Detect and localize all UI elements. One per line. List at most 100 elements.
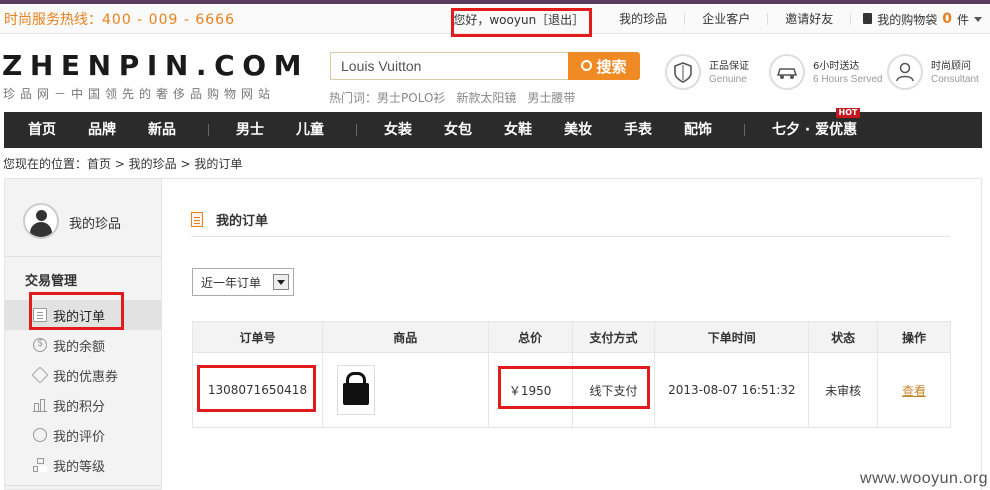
coin-icon bbox=[33, 338, 47, 352]
nav-men[interactable]: 男士 bbox=[236, 112, 264, 148]
product-thumbnail[interactable] bbox=[336, 365, 375, 415]
sidebar-item-label: 我的评价 bbox=[53, 429, 106, 445]
sidebar-item-balance[interactable]: 我的余额 bbox=[5, 330, 161, 360]
service-subtitle: 6 Hours Served bbox=[813, 74, 883, 85]
service-title: 正品保证 bbox=[709, 61, 749, 72]
bar-chart-icon bbox=[33, 398, 47, 412]
search-icon bbox=[581, 59, 593, 71]
sidebar-item-level[interactable]: 我的等级 bbox=[5, 450, 161, 480]
hot-word[interactable]: 新款太阳镜 bbox=[456, 91, 516, 105]
nav-beauty[interactable]: 美妆 bbox=[564, 112, 592, 148]
invite-friends-link[interactable]: 邀请好友 bbox=[767, 13, 850, 25]
service-badges: 正品保证 Genuine 6小时送达 6 Hours Served 时尚顾问 C… bbox=[665, 54, 985, 94]
sidebar-item-label: 我的等级 bbox=[53, 459, 106, 475]
action-cell: 查看 bbox=[877, 352, 951, 428]
page-title-text: 我的订单 bbox=[216, 214, 269, 229]
nav-women-shoes[interactable]: 女鞋 bbox=[504, 112, 532, 148]
sidebar-item-label: 我的积分 bbox=[53, 399, 106, 415]
nav-home[interactable]: 首页 bbox=[28, 112, 56, 148]
shopping-bag[interactable]: 我的购物袋 0 件 bbox=[850, 11, 982, 27]
nav-women-clothing[interactable]: 女装 bbox=[384, 112, 412, 148]
chevron-down-icon[interactable] bbox=[273, 274, 289, 290]
highlight-box-orders bbox=[29, 292, 124, 330]
watermark: www.wooyun.org bbox=[860, 470, 988, 487]
page-title: 我的订单 bbox=[191, 210, 268, 229]
highlight-box-greeting bbox=[451, 8, 592, 37]
shopping-bag-unit: 件 bbox=[956, 12, 969, 27]
hot-badge: HOT bbox=[836, 108, 860, 118]
service-subtitle: Genuine bbox=[709, 74, 747, 85]
hierarchy-icon bbox=[33, 458, 47, 472]
car-icon bbox=[769, 54, 805, 90]
nav-women-bags[interactable]: 女包 bbox=[444, 112, 472, 148]
view-order-link[interactable]: 查看 bbox=[902, 384, 926, 398]
shopping-bag-count: 0 bbox=[942, 11, 952, 27]
column-header: 下单时间 bbox=[654, 321, 810, 353]
site-logo[interactable]: ZHENPIN.COM bbox=[2, 49, 309, 82]
shopping-bag-icon bbox=[863, 12, 873, 24]
column-header: 支付方式 bbox=[571, 321, 656, 353]
sidebar-item-label: 我的余额 bbox=[53, 339, 106, 355]
table-header-row: 订单号 商品 总价 支付方式 下单时间 状态 操作 bbox=[192, 321, 951, 353]
search-button-label: 搜索 bbox=[596, 57, 627, 76]
service-genuine: 正品保证 Genuine bbox=[665, 54, 755, 94]
sidebar-item-reviews[interactable]: 我的评价 bbox=[5, 420, 161, 450]
nav-watches[interactable]: 手表 bbox=[624, 112, 652, 148]
tag-icon bbox=[31, 366, 49, 384]
nav-divider bbox=[208, 124, 209, 136]
hotline-number: 400 - 009 - 6666 bbox=[102, 12, 235, 28]
person-icon bbox=[887, 54, 923, 90]
service-subtitle: Consultant bbox=[931, 74, 979, 85]
breadcrumb: 您现在的位置：首页 > 我的珍品 > 我的订单 bbox=[3, 157, 243, 171]
hot-word[interactable]: 男士腰带 bbox=[527, 91, 575, 105]
highlight-box-order-number bbox=[197, 365, 316, 412]
site-slogan: 珍品网－中国领先的奢侈品购物网站 bbox=[3, 87, 276, 101]
section-title: 交易管理 bbox=[25, 274, 78, 289]
speech-bubble-icon bbox=[33, 428, 47, 442]
service-delivery: 6小时送达 6 Hours Served bbox=[769, 54, 883, 94]
sidebar-divider bbox=[5, 485, 161, 486]
page: 时尚服务热线：400 - 009 - 6666 您好，wooyun［退出］ 我的… bbox=[0, 0, 990, 490]
shield-icon bbox=[665, 54, 701, 90]
search-input[interactable] bbox=[330, 52, 568, 80]
nav-divider bbox=[356, 124, 357, 136]
search-bar: 搜索 bbox=[330, 52, 640, 80]
document-icon bbox=[191, 212, 203, 227]
sidebar-item-coupons[interactable]: 我的优惠券 bbox=[5, 360, 161, 390]
nav-kids[interactable]: 儿童 bbox=[296, 112, 324, 148]
service-title: 时尚顾问 bbox=[931, 61, 971, 72]
nav-brands[interactable]: 品牌 bbox=[88, 112, 116, 148]
search-button[interactable]: 搜索 bbox=[568, 52, 640, 80]
product-cell bbox=[321, 352, 489, 428]
profile-block[interactable]: 我的珍品 bbox=[5, 179, 161, 257]
column-header: 操作 bbox=[877, 321, 951, 353]
service-title: 6小时送达 bbox=[813, 61, 860, 72]
avatar bbox=[23, 203, 59, 239]
order-period-value: 近一年订单 bbox=[201, 275, 262, 290]
enterprise-link[interactable]: 企业客户 bbox=[684, 13, 767, 25]
account-sidebar: 我的珍品 交易管理 我的订单 我的余额 我的优惠券 我的积分 我的评价 我的等级 bbox=[4, 178, 162, 490]
order-period-select[interactable]: 近一年订单 bbox=[192, 268, 294, 296]
column-header: 商品 bbox=[321, 321, 489, 353]
profile-label: 我的珍品 bbox=[69, 217, 122, 232]
hot-word[interactable]: 男士POLO衫 bbox=[377, 91, 445, 105]
hotline-label: 时尚服务热线： bbox=[4, 12, 102, 28]
nav-divider bbox=[744, 124, 745, 136]
order-status: 未审核 bbox=[808, 352, 879, 428]
orders-panel: 我的订单 近一年订单 订单号 商品 总价 支付方式 下单时间 状态 操作 130… bbox=[162, 178, 982, 490]
column-header: 总价 bbox=[487, 321, 573, 353]
column-header: 订单号 bbox=[192, 321, 323, 353]
order-time: 2013-08-07 16:51:32 bbox=[654, 352, 810, 428]
service-hotline: 时尚服务热线：400 - 009 - 6666 bbox=[4, 9, 235, 29]
shopping-bag-label: 我的购物袋 bbox=[877, 12, 938, 27]
title-divider bbox=[191, 236, 950, 237]
nav-accessories[interactable]: 配饰 bbox=[684, 112, 712, 148]
chevron-down-icon bbox=[974, 16, 982, 22]
my-zhenpin-link[interactable]: 我的珍品 bbox=[602, 13, 684, 25]
hot-words: 热门词：男士POLO衫 新款太阳镜 男士腰带 bbox=[329, 89, 586, 106]
sidebar-item-label: 我的优惠券 bbox=[53, 369, 119, 385]
highlight-box-price-payment bbox=[498, 366, 650, 409]
nav-new[interactable]: 新品 bbox=[148, 112, 176, 148]
service-consultant: 时尚顾问 Consultant bbox=[887, 54, 985, 94]
sidebar-item-points[interactable]: 我的积分 bbox=[5, 390, 161, 420]
